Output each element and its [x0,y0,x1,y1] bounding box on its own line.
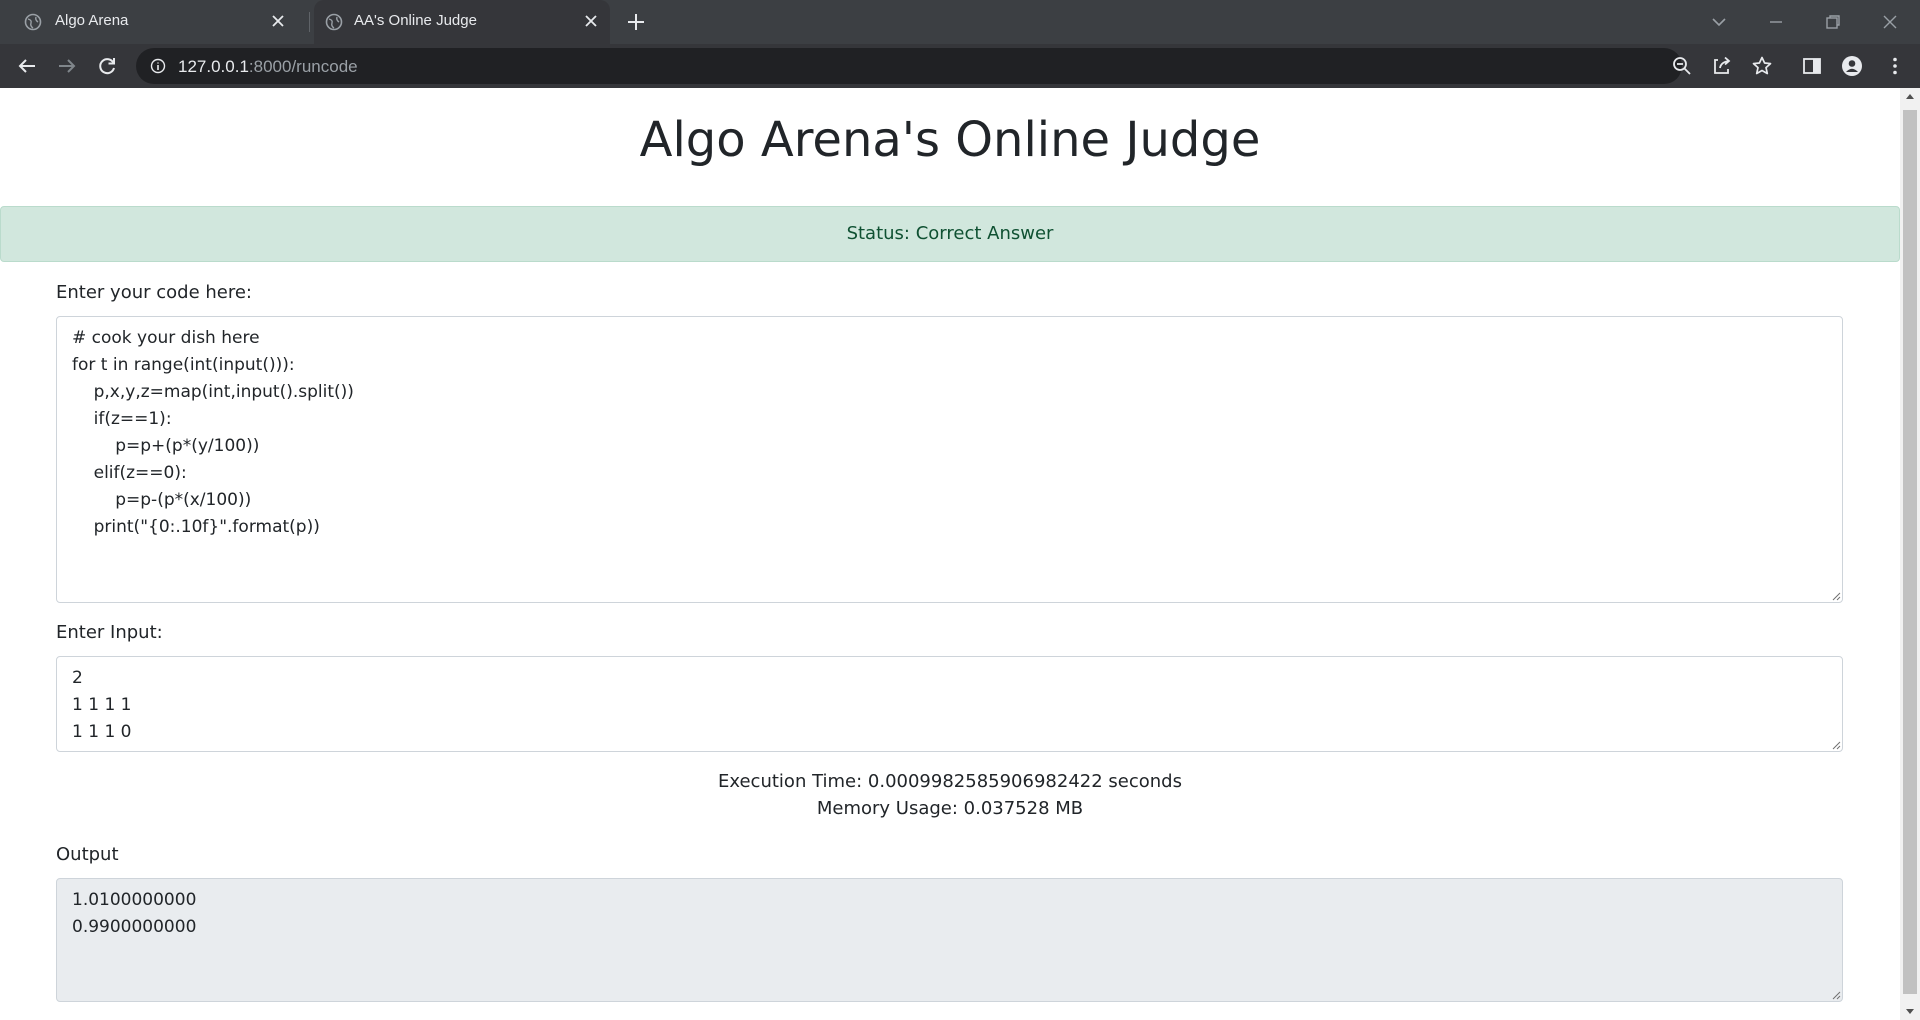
execution-time: Execution Time: 0.0009982585906982422 se… [718,771,1182,792]
minimize-icon[interactable] [1764,10,1788,34]
address-bar[interactable]: 127.0.0.1:8000/runcode [136,48,1682,84]
resize-grip-icon[interactable] [1831,990,1841,1000]
profile-icon[interactable] [1840,54,1864,78]
chevron-down-icon[interactable] [1707,10,1731,34]
resize-grip-icon[interactable] [1831,591,1841,601]
resize-grip-icon[interactable] [1831,740,1841,750]
status-alert: Status: Correct Answer [0,206,1900,262]
url-path: :8000/runcode [248,57,358,76]
code-textarea[interactable]: # cook your dish here for t in range(int… [56,316,1843,603]
globe-icon [325,13,343,31]
page-viewport: Algo Arena's Online Judge Status: Correc… [0,88,1900,1020]
input-textarea[interactable]: 2 1 1 1 1 1 1 1 0 [56,656,1843,752]
menu-dots-icon[interactable] [1883,54,1907,78]
close-icon[interactable] [271,14,285,28]
output-label: Output [56,844,119,865]
page-scrollbar[interactable] [1900,88,1920,1020]
side-panel-icon[interactable] [1800,54,1824,78]
memory-usage: Memory Usage: 0.037528 MB [816,798,1084,819]
scroll-up-arrow-icon[interactable] [1906,94,1914,99]
new-tab-plus-icon[interactable] [624,10,648,34]
reload-icon[interactable] [95,54,119,78]
url-host: 127.0.0.1 [178,57,249,76]
scrollbar-thumb[interactable] [1903,110,1917,994]
tab-separator [309,12,310,32]
tab-algo-arena[interactable]: Algo Arena [0,0,305,44]
forward-arrow-icon[interactable] [55,54,79,78]
browser-toolbar: 127.0.0.1:8000/runcode [0,44,1920,88]
scroll-down-arrow-icon[interactable] [1906,1009,1914,1014]
bookmark-star-icon[interactable] [1750,54,1774,78]
input-label: Enter Input: [56,622,163,643]
tab-title: AA's Online Judge [354,12,477,29]
info-icon[interactable] [150,58,166,74]
output-textarea[interactable]: 1.0100000000 0.9900000000 [56,878,1843,1002]
tab-strip: Algo Arena AA's Online Judge [0,0,1920,44]
page-title: Algo Arena's Online Judge [639,112,1261,168]
globe-icon [24,13,42,31]
code-label: Enter your code here: [56,282,252,303]
tab-title: Algo Arena [55,12,129,29]
zoom-icon[interactable] [1670,54,1694,78]
restore-icon[interactable] [1821,10,1845,34]
tab-online-judge[interactable]: AA's Online Judge [314,0,610,44]
share-icon[interactable] [1710,54,1734,78]
window-close-icon[interactable] [1878,10,1902,34]
close-icon[interactable] [584,14,598,28]
url-text[interactable]: 127.0.0.1:8000/runcode [178,57,358,77]
back-arrow-icon[interactable] [15,54,39,78]
